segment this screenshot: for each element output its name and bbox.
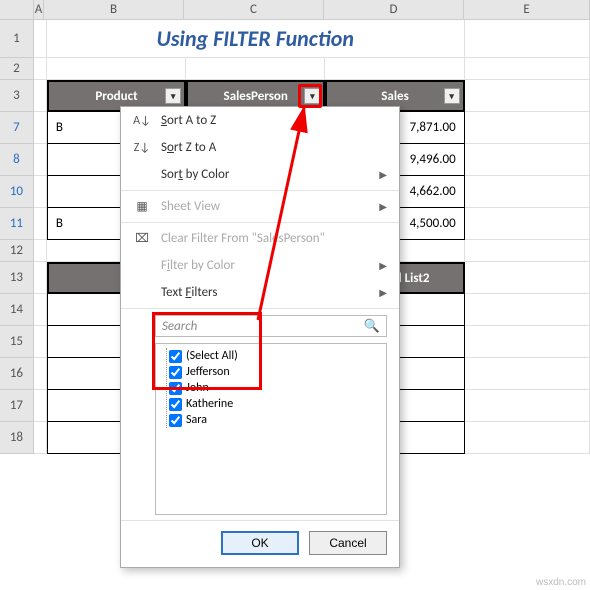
row-header[interactable]: 14	[0, 294, 34, 326]
row-header[interactable]: 18	[0, 422, 34, 454]
col-header-d[interactable]: D	[324, 0, 464, 20]
column-headers: A B C D E	[0, 0, 590, 20]
row-header[interactable]: 15	[0, 326, 34, 358]
row-header[interactable]: 11	[0, 208, 34, 240]
filter-dropdown-icon[interactable]: ▾	[444, 88, 460, 104]
header-label: Product	[95, 89, 137, 104]
row-header[interactable]: 7	[0, 112, 34, 144]
clear-filter: ⌧Clear Filter From "SalesPerson"	[121, 225, 399, 252]
chevron-right-icon: ▶	[379, 168, 387, 181]
text-filters[interactable]: Text Filters▶	[121, 279, 399, 306]
filter-item-label: (Select All)	[186, 349, 238, 363]
search-icon: 🔍	[364, 319, 380, 334]
chevron-right-icon: ▶	[379, 259, 387, 272]
checkbox[interactable]	[169, 414, 182, 427]
sales-value: 7,871.00	[410, 120, 456, 135]
row-header[interactable]: 1	[0, 20, 34, 58]
sort-az-icon: A↓	[133, 114, 151, 128]
filter-menu: A↓Sort A to Z Z↓Sort Z to A Sort by Colo…	[120, 106, 400, 568]
row-header[interactable]: 3	[0, 80, 34, 112]
filter-item[interactable]: Sara	[169, 412, 380, 428]
col-header-e[interactable]: E	[464, 0, 590, 20]
filter-item-label: John	[186, 381, 209, 395]
filter-item[interactable]: Katherine	[169, 396, 380, 412]
ok-button[interactable]: OK	[221, 531, 299, 555]
filter-dropdown-icon[interactable]: ▾	[304, 88, 320, 104]
filter-item-label: Katherine	[186, 397, 233, 411]
header-label: SalesPerson	[224, 89, 288, 104]
checkbox[interactable]	[169, 382, 182, 395]
chevron-right-icon: ▶	[379, 286, 387, 299]
filter-item-label: Sara	[186, 413, 207, 427]
chevron-right-icon: ▶	[379, 200, 387, 213]
row-header[interactable]: 12	[0, 240, 34, 262]
row-header[interactable]: 17	[0, 390, 34, 422]
select-all-corner[interactable]	[0, 0, 34, 20]
sort-by-color[interactable]: Sort by Color▶	[121, 161, 399, 188]
sort-za[interactable]: Z↓Sort Z to A	[121, 134, 399, 161]
row-header[interactable]: 16	[0, 358, 34, 390]
search-placeholder: Search	[162, 319, 197, 334]
checkbox[interactable]	[169, 350, 182, 363]
row-header[interactable]: 2	[0, 58, 34, 80]
sheet-view-icon: ▦	[133, 199, 151, 214]
filter-item[interactable]: Jefferson	[169, 364, 380, 380]
sales-value: 4,500.00	[410, 216, 456, 231]
checkbox[interactable]	[169, 366, 182, 379]
page-title: Using FILTER Function	[47, 20, 465, 58]
sheet-view: ▦Sheet View▶	[121, 193, 399, 220]
clear-filter-icon: ⌧	[133, 231, 151, 246]
watermark: wsxdn.com	[536, 577, 586, 588]
row-header[interactable]: 8	[0, 144, 34, 176]
filter-by-color: Filter by Color▶	[121, 252, 399, 279]
cancel-button[interactable]: Cancel	[309, 531, 387, 555]
row-header[interactable]: 10	[0, 176, 34, 208]
row-header[interactable]: 13	[0, 262, 34, 294]
filter-item[interactable]: John	[169, 380, 380, 396]
checkbox[interactable]	[169, 398, 182, 411]
sort-za-icon: Z↓	[133, 141, 151, 155]
col-header-a[interactable]: A	[34, 0, 44, 20]
col-header-c[interactable]: C	[184, 0, 324, 20]
filter-item-label: Jefferson	[186, 365, 230, 379]
filter-dropdown-icon[interactable]: ▾	[165, 88, 181, 104]
sales-value: 9,496.00	[410, 152, 456, 167]
sales-value: 4,662.00	[410, 184, 456, 199]
filter-search-input[interactable]: Search 🔍	[155, 315, 387, 337]
filter-checklist[interactable]: (Select All) Jefferson John Katherine Sa…	[155, 343, 387, 515]
filter-item-select-all[interactable]: (Select All)	[169, 348, 380, 364]
sort-az[interactable]: A↓Sort A to Z	[121, 107, 399, 134]
header-label: Sales	[381, 89, 409, 104]
col-header-b[interactable]: B	[44, 0, 184, 20]
